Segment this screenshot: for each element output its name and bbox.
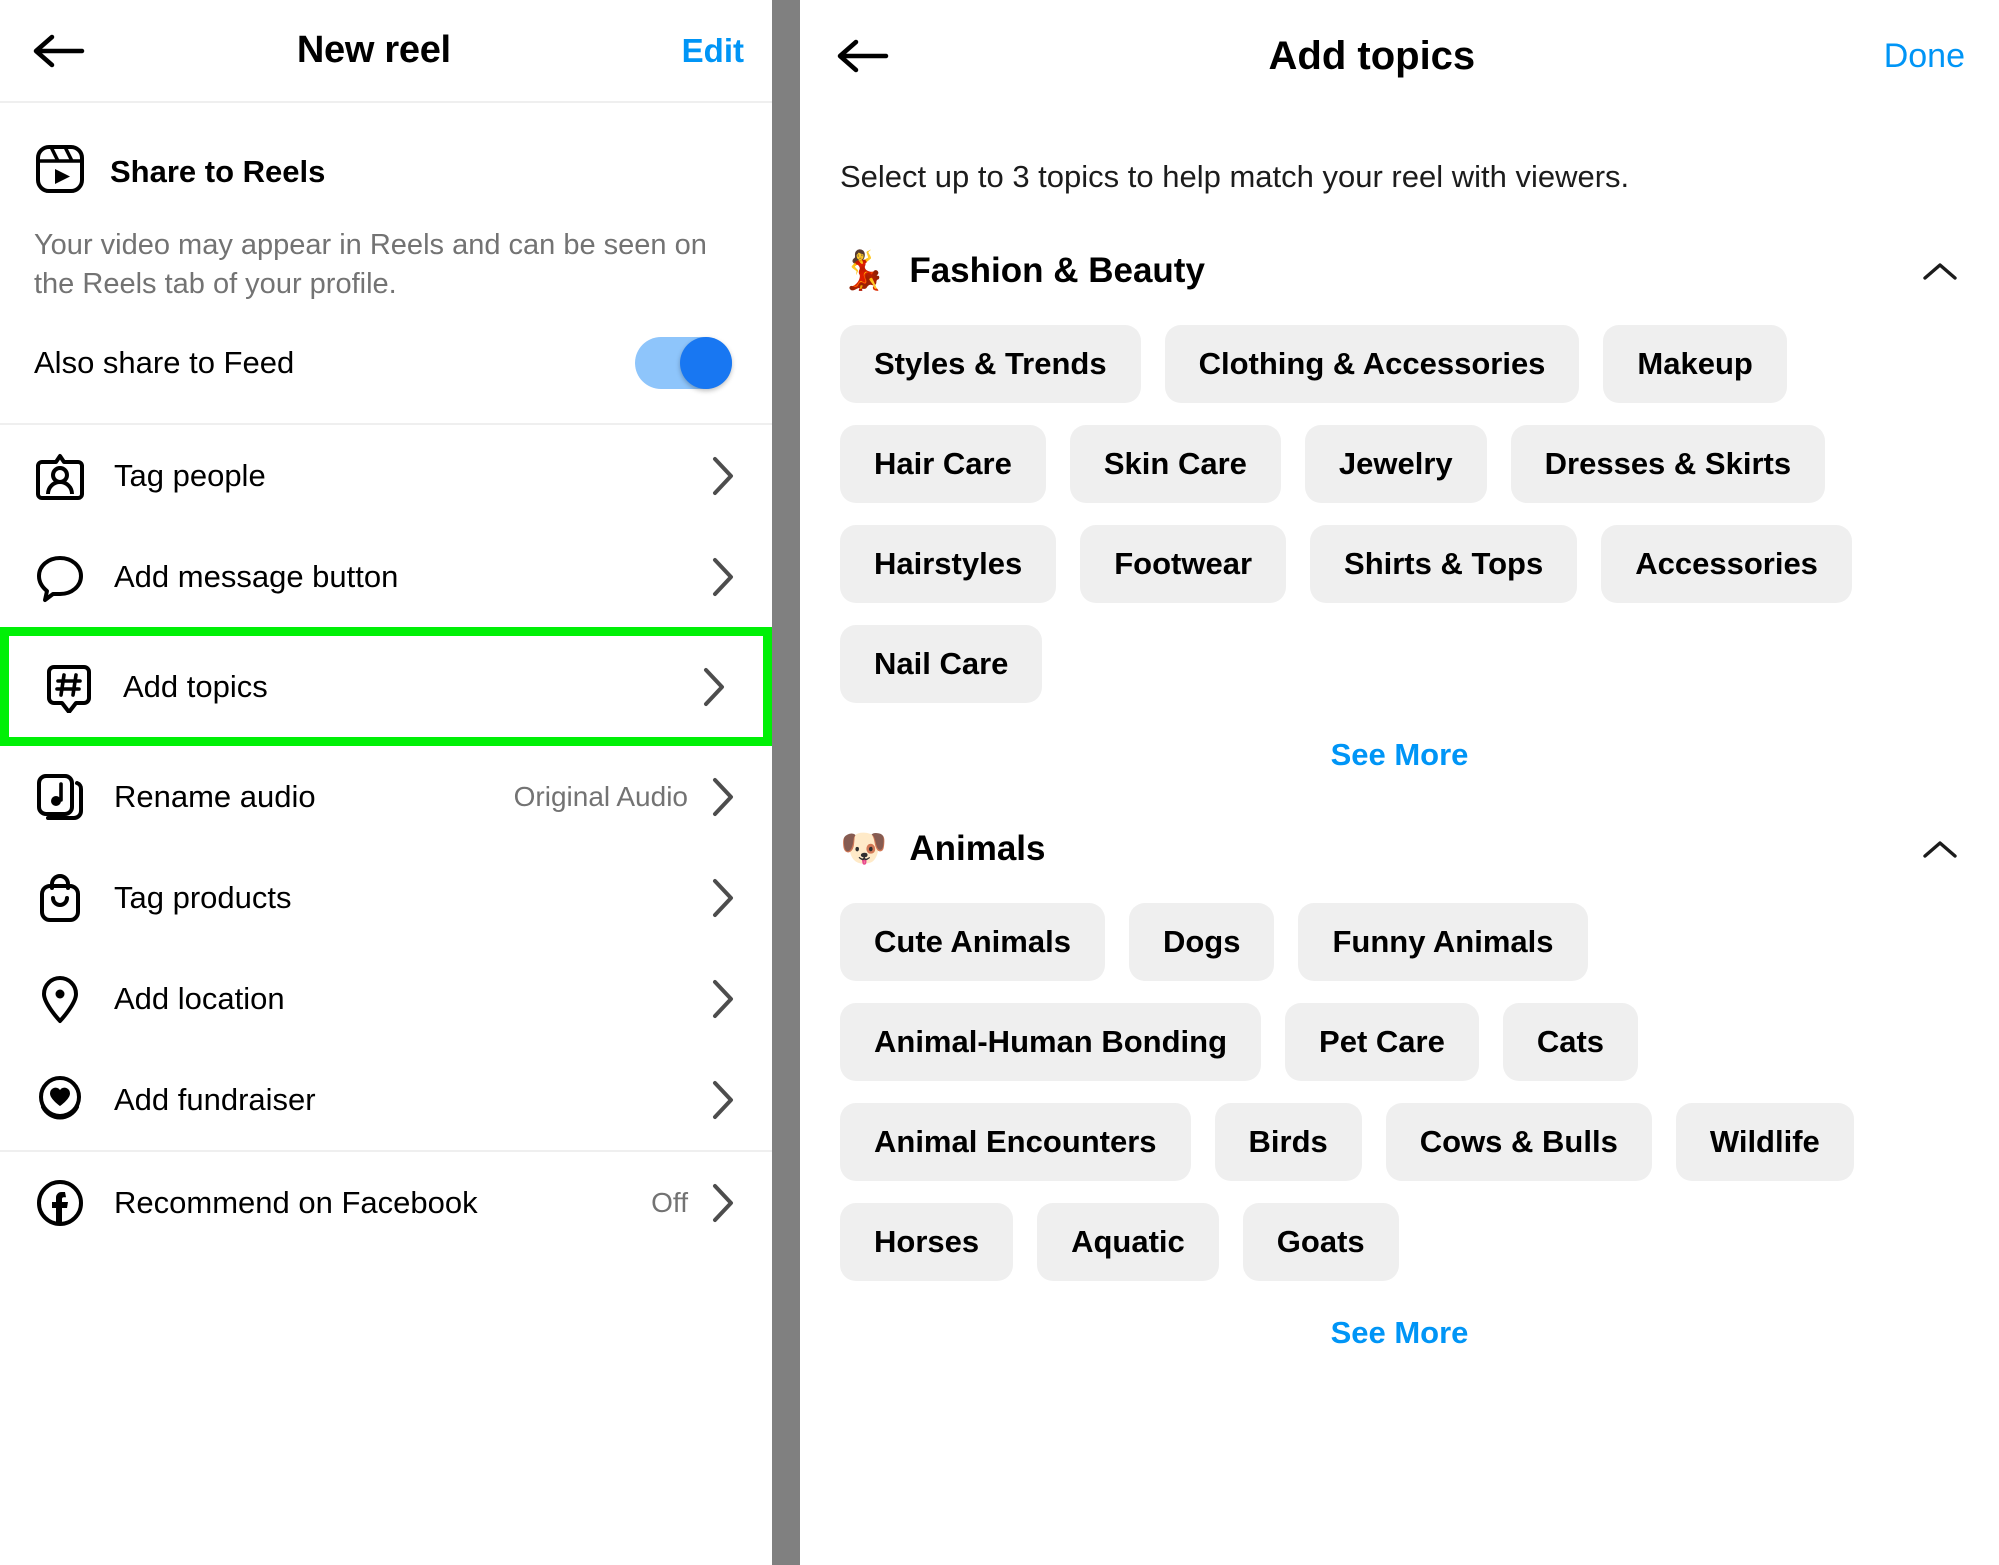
topic-chip[interactable]: Clothing & Accessories xyxy=(1164,325,1580,403)
menu-row-tag-people[interactable]: Tag people xyxy=(0,425,772,526)
share-to-reels-description: Your video may appear in Reels and can b… xyxy=(34,229,707,300)
heart-circle-icon xyxy=(34,1074,86,1126)
also-share-to-feed-row[interactable]: Also share to Feed xyxy=(0,303,772,426)
chevron-right-icon xyxy=(710,556,736,598)
topic-chip[interactable]: Wildlife xyxy=(1675,1103,1854,1181)
location-pin-icon xyxy=(34,973,86,1025)
menu-label: Tag products xyxy=(114,879,292,915)
see-more-link[interactable]: See More xyxy=(840,1315,1959,1351)
message-bubble-icon xyxy=(34,551,86,603)
topic-chip[interactable]: Cows & Bulls xyxy=(1385,1103,1652,1181)
topic-chip[interactable]: Birds xyxy=(1214,1103,1362,1181)
new-reel-panel: New reel Edit Share to Reels Your video … xyxy=(0,0,772,1565)
chevron-right-icon xyxy=(710,877,736,919)
chevron-right-icon xyxy=(701,666,727,708)
topic-chip-list: Styles & Trends Clothing & Accessories M… xyxy=(840,325,1959,703)
add-topics-subtitle: Select up to 3 topics to help match your… xyxy=(840,159,1630,194)
menu-row-add-topics[interactable]: Add topics xyxy=(9,636,763,737)
topic-chip[interactable]: Aquatic xyxy=(1037,1203,1219,1281)
share-to-reels-title: Share to Reels xyxy=(110,153,326,189)
done-button[interactable]: Done xyxy=(1884,37,1965,76)
menu-label: Add fundraiser xyxy=(114,1081,316,1117)
topic-chip[interactable]: Styles & Trends xyxy=(840,325,1141,403)
topic-chip[interactable]: Makeup xyxy=(1603,325,1787,403)
topic-chip[interactable]: Skin Care xyxy=(1069,425,1281,503)
menu-label: Tag people xyxy=(114,457,266,493)
panel-divider xyxy=(772,0,800,1565)
screenshot-root: New reel Edit Share to Reels Your video … xyxy=(0,0,1999,1565)
section-title: Animals xyxy=(909,829,1046,868)
chevron-right-icon xyxy=(710,455,736,497)
see-more-link[interactable]: See More xyxy=(840,737,1959,773)
menu-label: Add message button xyxy=(114,558,399,594)
chevron-up-icon[interactable] xyxy=(1921,837,1959,861)
dog-face-emoji: 🐶 xyxy=(840,828,888,870)
menu-label: Recommend on Facebook xyxy=(114,1184,478,1220)
chevron-up-icon[interactable] xyxy=(1921,259,1959,283)
topic-chip[interactable]: Hair Care xyxy=(840,425,1046,503)
chevron-right-icon xyxy=(710,1182,736,1224)
topic-chip[interactable]: Cute Animals xyxy=(840,903,1105,981)
toggle-knob xyxy=(680,337,732,390)
topic-chip[interactable]: Hairstyles xyxy=(840,525,1057,603)
also-share-to-feed-toggle[interactable] xyxy=(635,337,732,390)
shopping-bag-icon xyxy=(34,872,86,924)
add-topics-header: Add topics Done xyxy=(800,0,1999,112)
topic-chip[interactable]: Animal Encounters xyxy=(840,1103,1191,1181)
topic-chip[interactable]: Nail Care xyxy=(840,625,1043,703)
topic-chip[interactable]: Animal-Human Bonding xyxy=(840,1003,1262,1081)
topic-section-animals: 🐶 Animals Cute Animals Dogs Funny Animal… xyxy=(800,829,1999,1351)
menu-row-add-fundraiser[interactable]: Add fundraiser xyxy=(0,1049,772,1150)
topic-chip[interactable]: Dresses & Skirts xyxy=(1510,425,1826,503)
add-topics-panel: Add topics Done Select up to 3 topics to… xyxy=(800,0,1999,1565)
menu-row-add-message-button[interactable]: Add message button xyxy=(0,526,772,627)
section-header[interactable]: 🐶 Animals xyxy=(840,829,1959,869)
new-reel-header: New reel Edit xyxy=(0,0,772,103)
topic-chip[interactable]: Jewelry xyxy=(1304,425,1487,503)
menu-value: Original Audio xyxy=(513,780,688,812)
menu-row-add-location[interactable]: Add location xyxy=(0,948,772,1049)
topic-chip[interactable]: Dogs xyxy=(1128,903,1275,981)
topic-section-fashion-beauty: 💃 Fashion & Beauty Styles & Trends Cloth… xyxy=(800,251,1999,773)
menu-label: Add topics xyxy=(123,668,268,704)
chevron-right-icon xyxy=(710,978,736,1020)
chevron-right-icon xyxy=(710,776,736,818)
topic-chip-list: Cute Animals Dogs Funny Animals Animal-H… xyxy=(840,903,1959,1281)
dancer-emoji: 💃 xyxy=(840,250,888,292)
menu-row-recommend-on-facebook[interactable]: Recommend on Facebook Off xyxy=(0,1152,772,1253)
topic-chip[interactable]: Horses xyxy=(840,1203,1014,1281)
tag-people-icon xyxy=(34,450,86,502)
menu-row-tag-products[interactable]: Tag products xyxy=(0,847,772,948)
topic-chip[interactable]: Pet Care xyxy=(1285,1003,1479,1081)
topic-chip[interactable]: Cats xyxy=(1502,1003,1639,1081)
menu-row-rename-audio[interactable]: Rename audio Original Audio xyxy=(0,746,772,847)
section-header[interactable]: 💃 Fashion & Beauty xyxy=(840,251,1959,291)
menu-label: Rename audio xyxy=(114,778,316,814)
facebook-icon xyxy=(34,1177,86,1229)
topic-chip[interactable]: Funny Animals xyxy=(1298,903,1588,981)
topic-chip[interactable]: Footwear xyxy=(1080,525,1287,603)
add-topics-highlight: Add topics xyxy=(0,627,772,747)
hashtag-bubble-icon xyxy=(43,661,95,714)
edit-button[interactable]: Edit xyxy=(682,32,744,70)
topic-chip[interactable]: Shirts & Tops xyxy=(1310,525,1578,603)
also-share-to-feed-label: Also share to Feed xyxy=(34,345,295,381)
reels-icon xyxy=(34,143,86,200)
page-title: Add topics xyxy=(1268,33,1476,78)
menu-value: Off xyxy=(651,1186,688,1218)
topic-chip[interactable]: Accessories xyxy=(1601,525,1852,603)
share-to-reels-heading: Share to Reels xyxy=(34,143,738,200)
menu-label: Add location xyxy=(114,980,285,1016)
section-title: Fashion & Beauty xyxy=(909,251,1205,290)
share-to-reels-block: Share to Reels Your video may appear in … xyxy=(0,103,772,303)
page-title: New reel xyxy=(296,29,451,71)
chevron-right-icon xyxy=(710,1079,736,1121)
topic-chip[interactable]: Goats xyxy=(1242,1203,1399,1281)
music-note-icon xyxy=(34,771,86,823)
